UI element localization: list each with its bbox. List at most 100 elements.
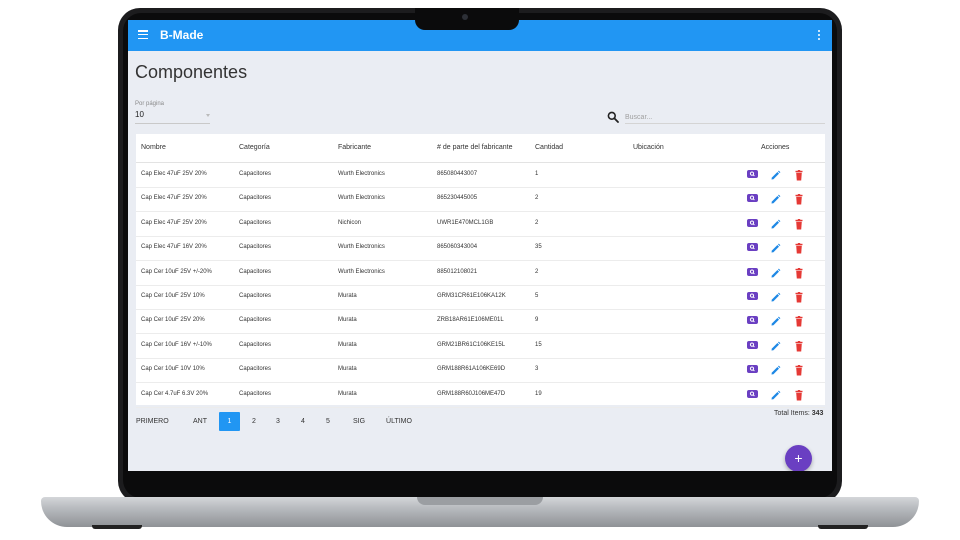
camera-icon: [462, 14, 468, 20]
cell-nombre: Cap Cer 10uF 10V 10%: [141, 366, 205, 373]
components-table: Nombre Categoría Fabricante # de parte d…: [136, 134, 825, 408]
edit-button[interactable]: [770, 266, 781, 284]
edit-button[interactable]: [770, 192, 781, 210]
header-categoria[interactable]: Categoría: [239, 144, 270, 151]
cell-part-number: 865080443007: [437, 171, 478, 177]
edit-button[interactable]: [770, 363, 781, 381]
trash-icon: [795, 340, 803, 352]
header-cantidad[interactable]: Cantidad: [535, 144, 563, 151]
delete-button[interactable]: [794, 168, 804, 186]
pencil-icon: [771, 292, 781, 302]
page-4-button[interactable]: 4: [295, 412, 311, 431]
delete-button[interactable]: [794, 363, 804, 381]
cell-fabricante: Murata: [338, 390, 357, 397]
cell-cantidad: 2: [535, 268, 539, 275]
view-button[interactable]: [747, 365, 758, 374]
delete-button[interactable]: [794, 217, 804, 235]
header-part-number[interactable]: # de parte del fabricante: [437, 144, 513, 151]
view-button[interactable]: [747, 267, 758, 276]
edit-button[interactable]: [770, 314, 781, 332]
trash-icon: [795, 292, 803, 303]
table-row: Cap Cer 4.7uF 6.3V 20% Capacitores Murata G…: [136, 383, 825, 408]
page-prev-button[interactable]: ANT: [186, 412, 214, 431]
cell-cantidad: 9: [535, 317, 539, 324]
trash-icon: [795, 365, 803, 376]
edit-button[interactable]: [770, 217, 781, 235]
cell-cantidad: 1: [535, 171, 539, 177]
delete-button[interactable]: [794, 241, 804, 259]
delete-button[interactable]: [794, 388, 804, 406]
table-header: Nombre Categoría Fabricante # de parte d…: [136, 134, 825, 163]
add-component-button[interactable]: +: [785, 445, 812, 471]
delete-button[interactable]: [794, 266, 804, 284]
cell-part-number: 865060343004: [437, 244, 478, 251]
cell-part-number: UWR1E470MCL1GB: [437, 219, 494, 226]
view-button[interactable]: [747, 340, 758, 349]
edit-button[interactable]: [770, 339, 781, 357]
cell-categoria: Capacitores: [239, 366, 272, 373]
cell-cantidad: 5: [535, 293, 539, 299]
view-button[interactable]: [747, 194, 758, 203]
page-first-button[interactable]: PRIMERO: [136, 412, 169, 431]
page-next-button[interactable]: SIG: [348, 412, 370, 431]
cell-fabricante: Wurth Electronics: [338, 195, 385, 202]
page-title: Componentes: [135, 62, 248, 82]
view-button[interactable]: [747, 292, 758, 300]
laptop-base: [41, 497, 919, 527]
per-page-select[interactable]: 10: [135, 110, 210, 124]
cell-cantidad: 3: [535, 366, 539, 373]
search-icon: [749, 317, 755, 323]
app-title: B-Made: [160, 28, 204, 42]
cell-cantidad: 35: [535, 244, 542, 251]
delete-button[interactable]: [794, 339, 804, 357]
cell-categoria: Capacitores: [239, 171, 272, 177]
page-2-button[interactable]: 2: [246, 412, 262, 431]
view-button[interactable]: [747, 389, 758, 398]
total-items: Total Items: 343: [774, 410, 823, 417]
header-fabricante[interactable]: Fabricante: [338, 144, 371, 151]
cell-nombre: Cap Elec 47uF 16V 20%: [141, 244, 207, 251]
cell-categoria: Capacitores: [239, 219, 272, 226]
pencil-icon: [771, 390, 781, 400]
table-row: Cap Elec 47uF 25V 20% Capacitores Wurth El…: [136, 163, 825, 188]
cell-fabricante: Murata: [338, 317, 357, 324]
cell-part-number: GRM31CR61E106KA12K: [437, 293, 506, 299]
view-button[interactable]: [747, 316, 758, 325]
search-icon: [749, 269, 755, 274]
cell-part-number: 885012108021: [437, 268, 478, 275]
search-input[interactable]: [625, 111, 825, 124]
page-3-button[interactable]: 3: [270, 412, 286, 431]
page-1-button[interactable]: 1: [219, 412, 240, 431]
search-icon: [749, 366, 755, 372]
edit-button[interactable]: [770, 168, 781, 186]
pencil-icon: [771, 268, 781, 278]
header-ubicacion[interactable]: Ubicación: [633, 144, 664, 151]
cell-nombre: Cap Cer 4.7uF 6.3V 20%: [141, 390, 209, 397]
cell-cantidad: 2: [535, 219, 539, 226]
camera-notch: [415, 8, 519, 30]
delete-button[interactable]: [794, 290, 804, 308]
edit-button[interactable]: [770, 388, 781, 406]
edit-button[interactable]: [770, 241, 781, 259]
delete-button[interactable]: [794, 192, 804, 210]
page-last-button[interactable]: ÚLTIMO: [384, 412, 414, 431]
search-icon: [607, 111, 619, 123]
view-button[interactable]: [747, 218, 758, 227]
cell-categoria: Capacitores: [239, 268, 272, 275]
more-vert-icon[interactable]: [818, 30, 820, 40]
per-page-label: Por página: [135, 101, 165, 107]
edit-button[interactable]: [770, 290, 781, 308]
trash-icon: [795, 170, 803, 181]
cell-cantidad: 19: [535, 390, 542, 397]
trash-icon: [795, 316, 803, 327]
page-5-button[interactable]: 5: [320, 412, 336, 431]
pencil-icon: [771, 365, 781, 375]
cell-cantidad: 2: [535, 195, 539, 202]
menu-icon[interactable]: [138, 30, 148, 39]
view-button[interactable]: [747, 170, 758, 178]
pencil-icon: [771, 170, 781, 180]
view-button[interactable]: [747, 243, 758, 252]
search-icon: [749, 195, 755, 201]
header-nombre[interactable]: Nombre: [141, 144, 166, 151]
delete-button[interactable]: [794, 314, 804, 332]
